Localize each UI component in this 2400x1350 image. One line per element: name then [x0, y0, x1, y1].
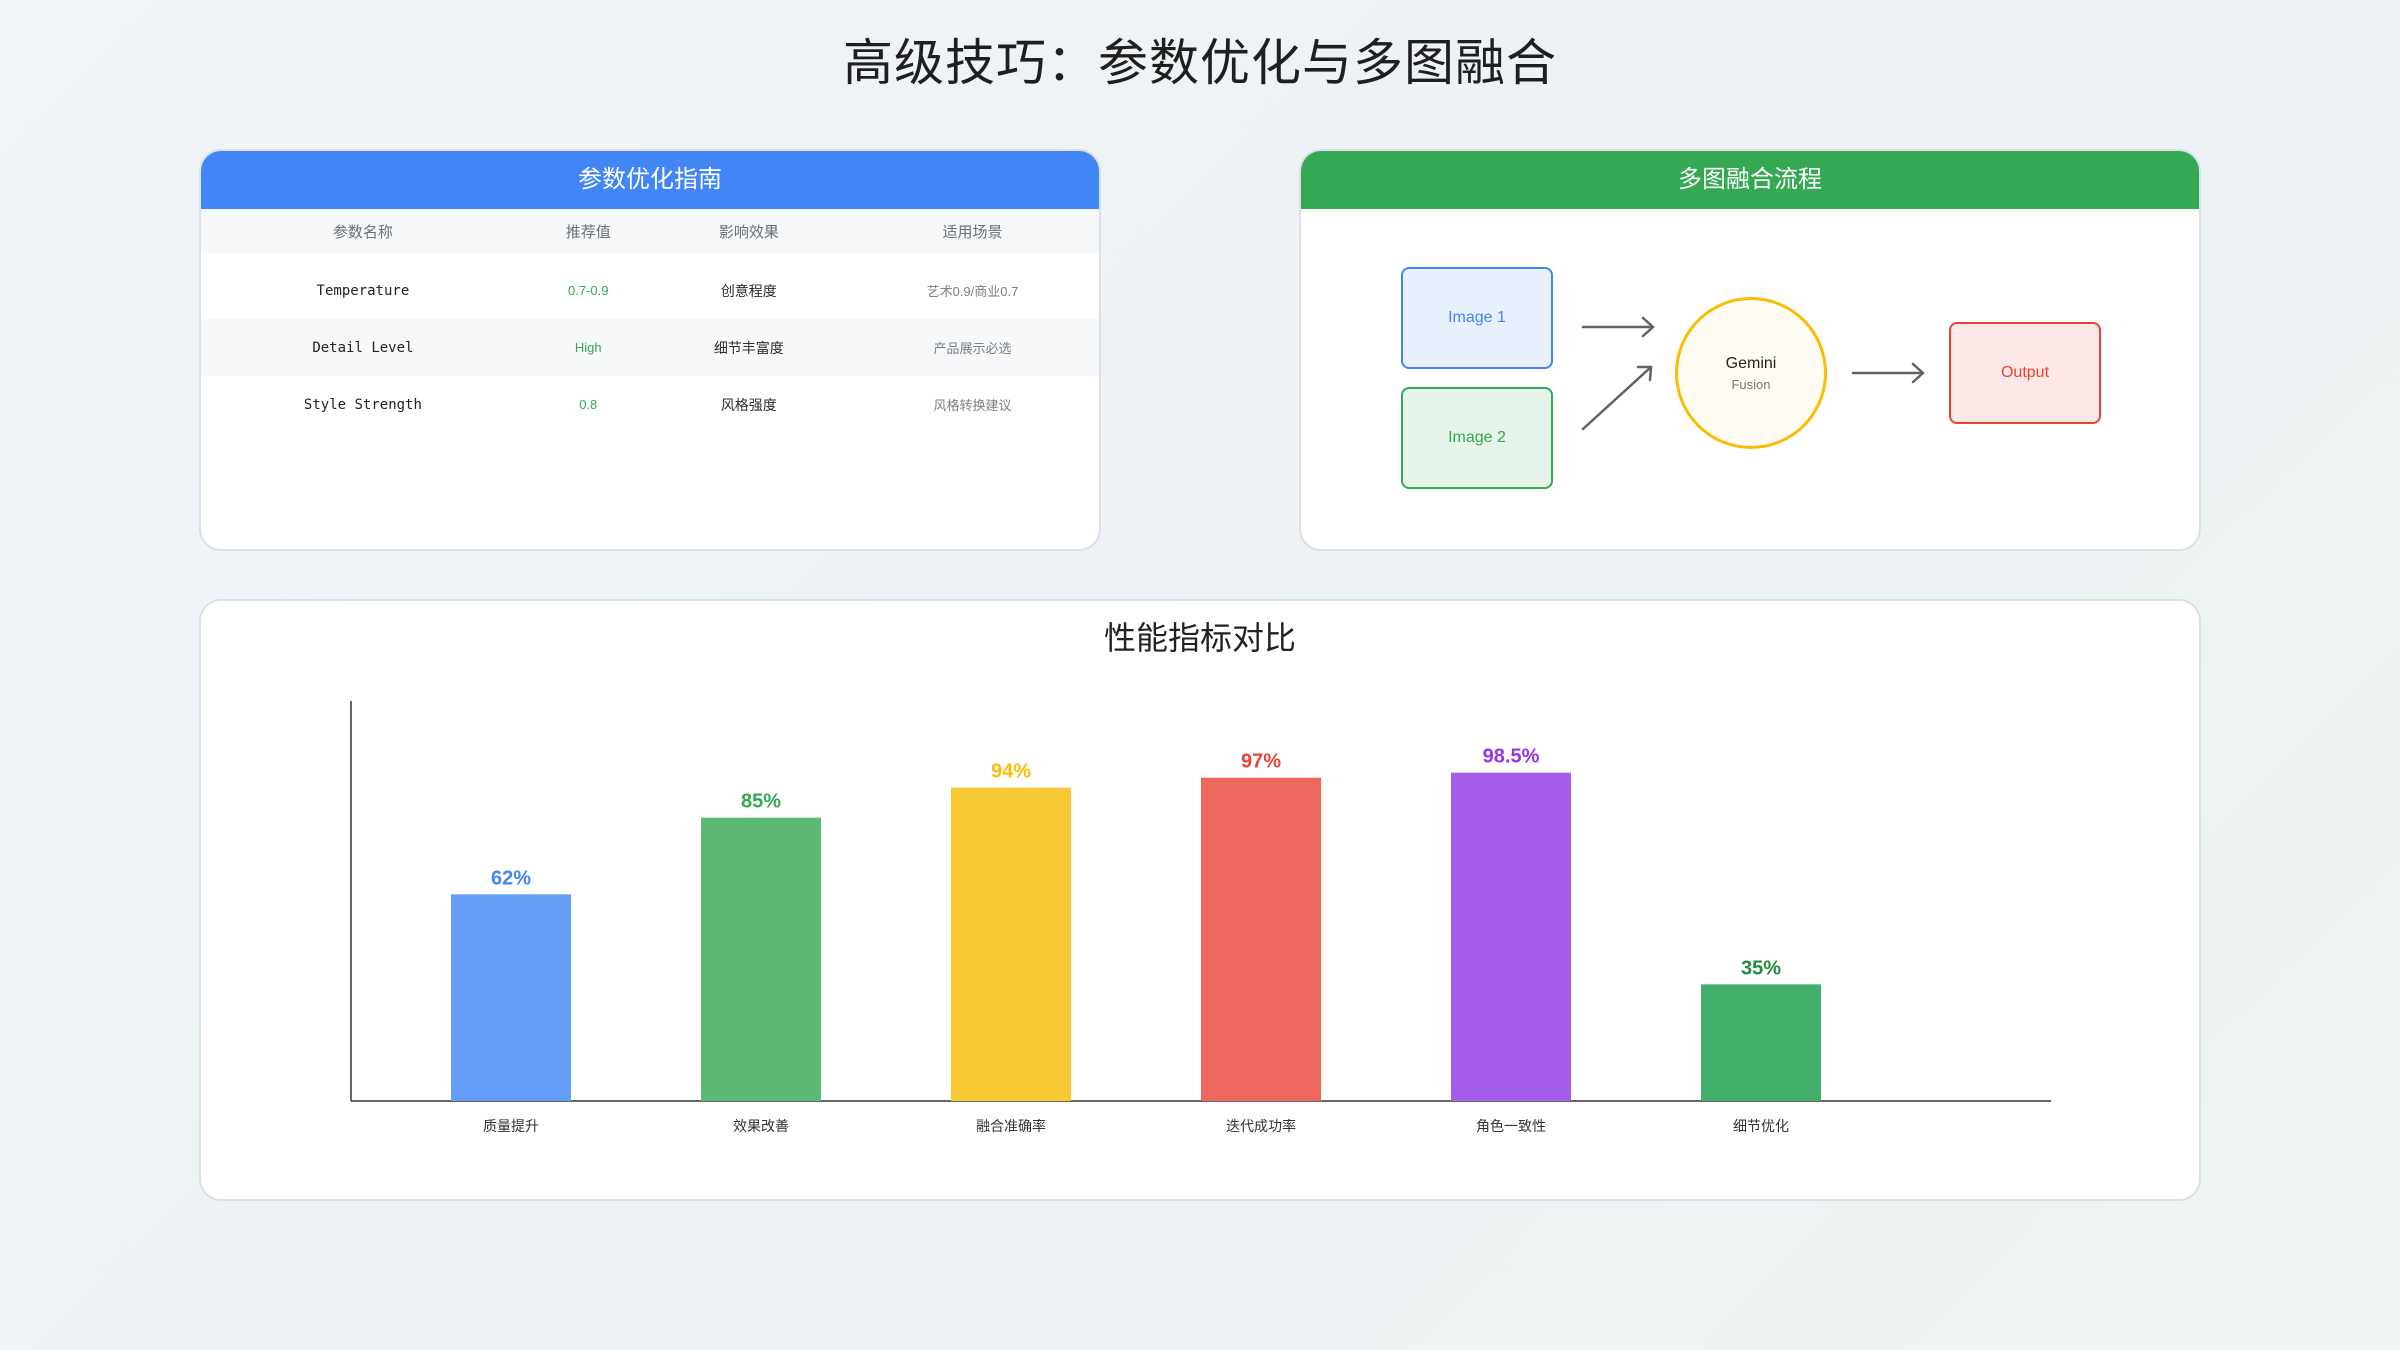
chart-bar — [1451, 772, 1571, 1101]
x-tick-label: 效果改善 — [733, 1119, 789, 1135]
param-table: 参数名称 推荐值 影响效果 适用场景 Temperature 0.7-0.9 创… — [201, 209, 1099, 433]
x-tick-label: 融合准确率 — [976, 1118, 1046, 1135]
fusion-flow-diagram: Image 1 Image 2 Gemini Fusion Output — [1301, 209, 2199, 549]
chart-bar — [951, 787, 1071, 1101]
param-name-cell: Temperature — [316, 282, 410, 299]
column-header-scene: 适用场景 — [845, 209, 1099, 253]
bar-value-label: 98.5% — [1483, 746, 1540, 768]
scene-cell: 风格转换建议 — [933, 398, 1012, 413]
column-header-effect: 影响效果 — [651, 209, 846, 253]
bar-value-label: 35% — [1741, 957, 1781, 979]
param-guide-card: 参数优化指南 参数名称 推荐值 影响效果 适用场景 Temperature 0.… — [199, 149, 1101, 551]
table-row: Detail Level High 细节丰富度 产品展示必选 — [201, 319, 1099, 376]
chart-bar — [701, 817, 821, 1101]
table-row: Temperature 0.7-0.9 创意程度 艺术0.9/商业0.7 — [201, 253, 1099, 319]
bar-value-label: 62% — [491, 867, 531, 889]
bar-value-label: 94% — [991, 761, 1031, 783]
arrow-image2-to-gemini-icon — [1581, 365, 1653, 431]
chart-bar — [451, 894, 571, 1101]
arrow-gemini-to-output-icon — [1851, 362, 1925, 384]
param-name-cell: Style Strength — [303, 396, 422, 413]
performance-bar-chart: 62% 85% 94% 97% 98.5% 35% 质量提升 效果改善 融合准确率 迭代成功率 角… — [350, 701, 2051, 1135]
column-header-param-name: 参数名称 — [201, 209, 525, 253]
flow-arrows — [1581, 316, 1925, 431]
effect-cell: 风格强度 — [720, 396, 777, 413]
recommended-value-cell: 0.7-0.9 — [568, 283, 609, 298]
param-guide-header: 参数优化指南 — [201, 151, 1099, 209]
recommended-value-cell: High — [524, 319, 652, 376]
bar-value-label: 85% — [741, 791, 781, 813]
scene-cell: 产品展示必选 — [845, 319, 1099, 376]
bar-value-label: 97% — [1241, 751, 1281, 773]
recommended-value-cell: 0.8 — [579, 397, 598, 412]
chart-bar — [1201, 777, 1321, 1101]
x-tick-label: 细节优化 — [1733, 1119, 1789, 1135]
performance-chart-card: 性能指标对比 62% 85% 94% 97% 98.5% 35% 质量提升 效果改善 融合准确… — [199, 599, 2201, 1201]
effect-cell: 创意程度 — [720, 282, 777, 299]
x-tick-label: 迭代成功率 — [1226, 1118, 1296, 1135]
param-table-header-row: 参数名称 推荐值 影响效果 适用场景 — [201, 209, 1099, 253]
fusion-flow-card: 多图融合流程 Image 1 Image 2 Gemini Fusion Out… — [1299, 149, 2201, 551]
scene-cell: 艺术0.9/商业0.7 — [926, 284, 1019, 299]
param-name-cell: Detail Level — [201, 319, 525, 376]
chart-bar — [1701, 984, 1821, 1101]
arrow-image1-to-gemini-icon — [1581, 316, 1655, 338]
x-tick-label: 质量提升 — [483, 1119, 539, 1135]
page-title: 高级技巧：参数优化与多图融合 — [843, 35, 1557, 91]
table-row: Style Strength 0.8 风格强度 风格转换建议 — [201, 376, 1099, 433]
effect-cell: 细节丰富度 — [651, 319, 846, 376]
column-header-recommended: 推荐值 — [524, 209, 652, 253]
x-tick-label: 角色一致性 — [1476, 1118, 1546, 1135]
fusion-flow-header: 多图融合流程 — [1301, 151, 2199, 209]
